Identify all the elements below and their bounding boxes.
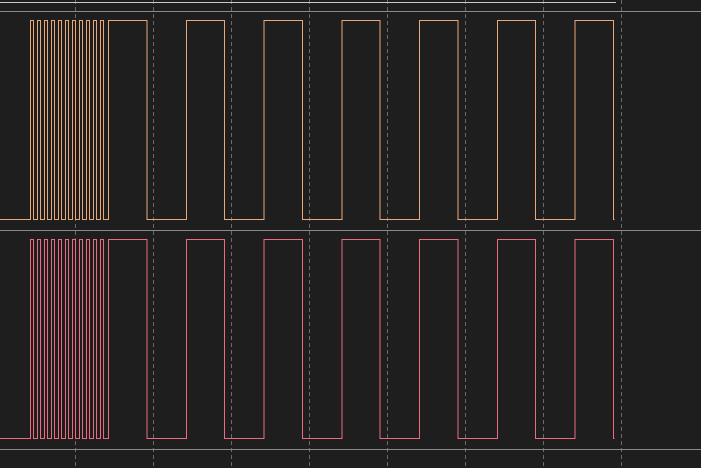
waveform-viewer[interactable] (0, 0, 701, 468)
waveform-canvas[interactable] (0, 0, 701, 468)
signal-traces[interactable] (0, 20, 615, 439)
time-grid (75, 0, 622, 468)
channel-separators (0, 11, 701, 450)
signal-trace-1[interactable] (0, 20, 615, 220)
signal-trace-2[interactable] (0, 239, 615, 439)
